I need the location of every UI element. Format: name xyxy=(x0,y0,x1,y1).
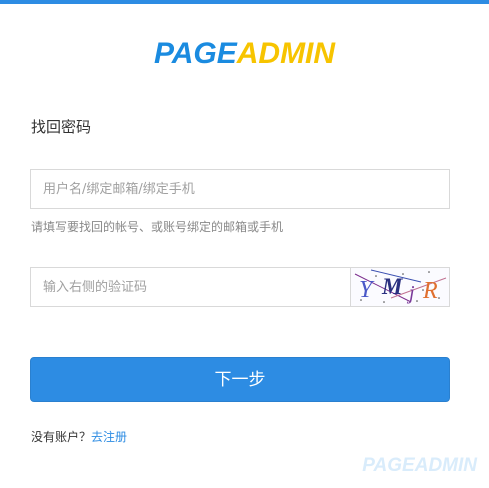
register-link[interactable]: 去注册 xyxy=(91,430,127,444)
captcha-image[interactable]: Y M j R xyxy=(350,268,449,306)
captcha-field[interactable]: Y M j R xyxy=(30,267,450,307)
next-step-button[interactable]: 下一步 xyxy=(30,357,450,402)
register-prompt-text: 没有账户？ xyxy=(31,430,92,444)
captcha-graphic: Y M j R xyxy=(354,269,447,304)
svg-text:R: R xyxy=(422,278,438,304)
logo: PAGEADMIN xyxy=(0,37,489,71)
page-title: 找回密码 xyxy=(31,118,92,136)
account-hint: 请填写要找回的帐号、或账号绑定的邮箱或手机 xyxy=(31,220,284,234)
svg-text:M: M xyxy=(381,274,404,299)
watermark-logo: PAGEADMIN xyxy=(362,455,477,476)
svg-text:Y: Y xyxy=(359,277,375,303)
account-input[interactable] xyxy=(31,170,449,208)
captcha-input[interactable] xyxy=(31,268,349,306)
logo-part-page: PAGE xyxy=(153,37,237,70)
top-accent-bar xyxy=(0,0,489,4)
logo-part-admin: ADMIN xyxy=(236,37,336,70)
register-prompt: 没有账户？去注册 xyxy=(31,428,127,445)
account-field[interactable] xyxy=(30,169,450,209)
